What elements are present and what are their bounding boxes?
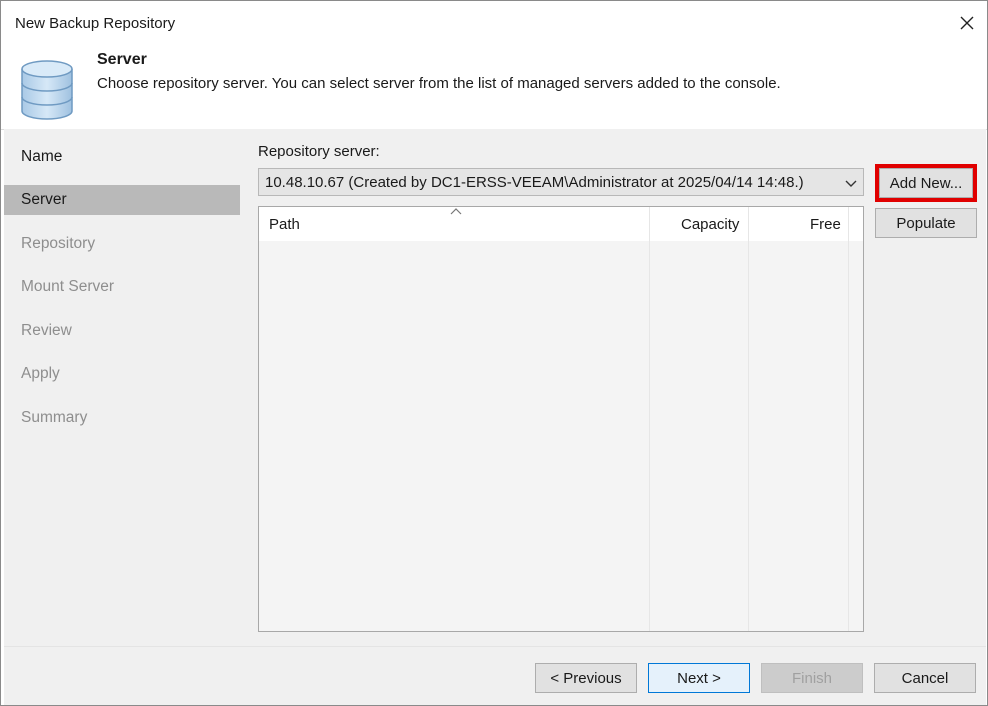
column-free[interactable]: Free [810, 216, 841, 233]
column-separator [848, 207, 849, 631]
nav-item-summary: Summary [21, 409, 88, 426]
repository-server-value: 10.48.10.67 (Created by DC1-ERSS-VEEAM\A… [265, 174, 804, 191]
table-header: Path Capacity Free [259, 207, 863, 241]
repository-server-label: Repository server: [258, 143, 380, 160]
previous-button[interactable]: < Previous [535, 663, 637, 693]
wizard-header: Server Choose repository server. You can… [1, 47, 987, 129]
column-path[interactable]: Path [269, 216, 300, 233]
nav-item-name[interactable]: Name [4, 142, 240, 172]
nav-item-review: Review [21, 322, 72, 339]
sort-ascending-icon [450, 208, 462, 215]
nav-item-repository: Repository [21, 235, 96, 252]
path-table[interactable]: Path Capacity Free [258, 206, 864, 632]
column-separator [649, 207, 650, 631]
populate-button[interactable]: Populate [875, 208, 977, 238]
cancel-button[interactable]: Cancel [874, 663, 976, 693]
table-body [259, 241, 863, 631]
window-title: New Backup Repository [15, 15, 176, 32]
close-button[interactable] [951, 7, 983, 39]
repository-server-dropdown[interactable]: 10.48.10.67 (Created by DC1-ERSS-VEEAM\A… [258, 168, 864, 196]
finish-button: Finish [761, 663, 863, 693]
close-icon [960, 16, 974, 30]
next-button[interactable]: Next > [648, 663, 750, 693]
column-capacity[interactable]: Capacity [681, 216, 739, 233]
database-icon [21, 60, 73, 120]
step-description: Choose repository server. You can select… [97, 75, 781, 92]
wizard-steps-panel: Name Server Repository Mount Server Revi… [4, 129, 240, 646]
nav-item-mount-server: Mount Server [21, 278, 115, 295]
chevron-down-icon [845, 180, 857, 187]
title-bar: New Backup Repository [1, 1, 987, 47]
nav-item-server[interactable]: Server [4, 185, 240, 215]
column-separator [748, 207, 749, 631]
highlight-annotation [875, 164, 977, 202]
step-title: Server [97, 51, 147, 68]
nav-item-apply: Apply [21, 365, 60, 382]
